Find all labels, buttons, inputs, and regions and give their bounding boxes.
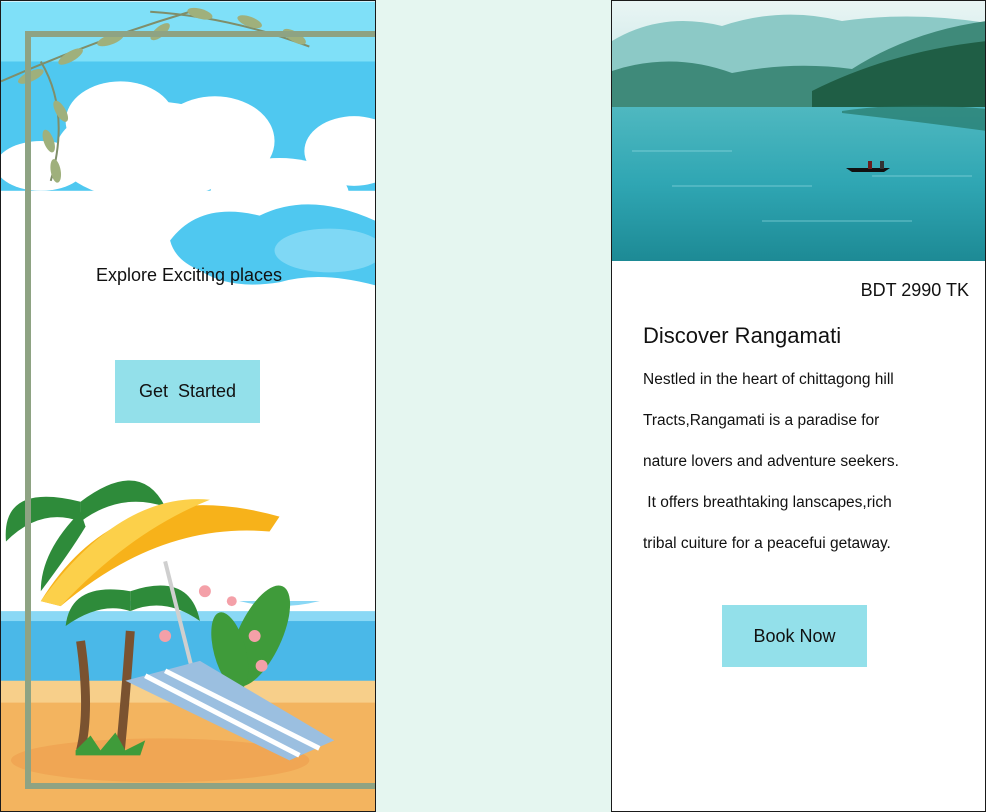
rangamati-lake-photo — [612, 1, 985, 261]
description-line: nature lovers and adventure seekers. — [643, 453, 899, 470]
description-line: Tracts,Rangamati is a paradise for — [643, 412, 880, 429]
destination-detail-screen: BDT 2990 TK Discover Rangamati Nestled i… — [611, 0, 986, 812]
book-now-button[interactable]: Book Now — [722, 605, 867, 667]
destination-title: Discover Rangamati — [643, 323, 842, 348]
price-label: BDT 2990 TK — [860, 280, 969, 300]
description-line: tribal cuiture for a peacefui getaway. — [643, 535, 891, 552]
description-line: It offers breathtaking lanscapes,rich — [643, 494, 892, 511]
onboarding-screen: Explore Exciting places Get Started — [0, 0, 376, 812]
get-started-button[interactable]: Get Started — [115, 360, 260, 423]
description-line: Nestled in the heart of chittagong hill — [643, 371, 894, 388]
onboarding-tagline: Explore Exciting places — [95, 265, 283, 285]
